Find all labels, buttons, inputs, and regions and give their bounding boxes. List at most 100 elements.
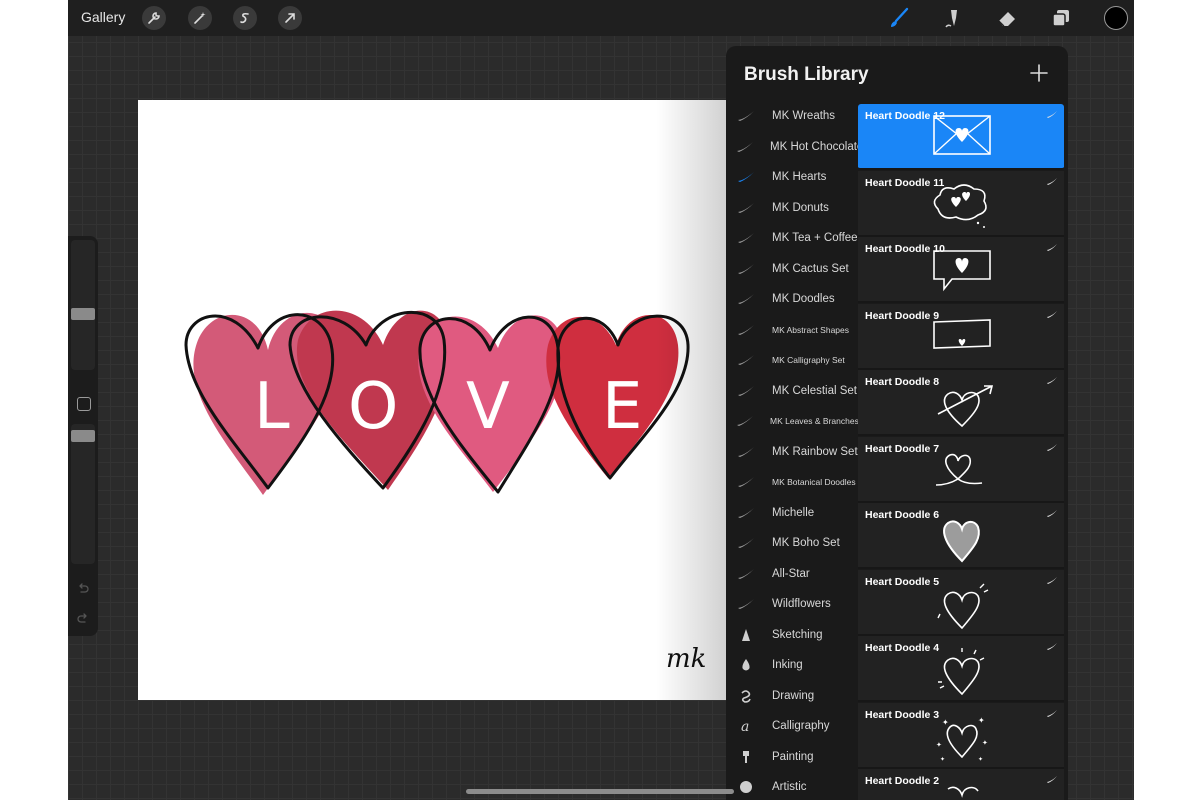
brush-item[interactable]: Heart Doodle 6	[858, 503, 1064, 569]
svg-text:✦: ✦	[982, 739, 988, 747]
brush-set-item[interactable]: Michelle	[726, 499, 858, 527]
love-letter-3: V	[466, 370, 511, 444]
brush-set-item[interactable]: MK Calligraphy Set	[726, 346, 858, 374]
brush-set-label: Michelle	[772, 506, 815, 519]
brush-set-label: MK Cactus Set	[772, 262, 849, 275]
undo-icon[interactable]	[76, 582, 90, 596]
brush-set-item[interactable]: MK Hearts	[726, 163, 858, 191]
eraser-icon[interactable]	[994, 5, 1020, 31]
brush-stroke-icon	[1047, 244, 1057, 251]
svg-text:a: a	[741, 719, 749, 733]
brush-stroke-icon	[736, 596, 756, 612]
smudge-icon[interactable]	[940, 5, 966, 31]
brush-set-label: MK Calligraphy Set	[772, 355, 845, 365]
squiggle-icon	[736, 688, 756, 704]
brush-set-item[interactable]: MK Wreaths	[726, 102, 858, 130]
brush-set-label: MK Abstract Shapes	[772, 324, 850, 335]
brush-item[interactable]: Heart Doodle 11	[858, 170, 1064, 237]
svg-text:✦: ✦	[942, 718, 949, 727]
brush-set-item[interactable]: Artistic	[726, 773, 858, 800]
brush-set-item[interactable]: Wildflowers	[726, 590, 858, 618]
brush-set-label: MK Boho Set	[772, 537, 840, 549]
transform-arrow-icon[interactable]	[278, 6, 302, 30]
brush-stroke-icon	[736, 535, 756, 551]
brush-set-item[interactable]: MK Botanical Doodles	[726, 468, 858, 496]
magic-wand-icon[interactable]	[188, 6, 212, 30]
brush-name-label: Heart Doodle 9	[865, 309, 940, 322]
brush-set-item[interactable]: Painting	[726, 743, 858, 771]
brush-set-item[interactable]: a Calligraphy	[726, 712, 858, 740]
ipad-screen: Gallery L O V E Brush Library MK Wreaths…	[68, 0, 1134, 800]
brush-name-label: Heart Doodle 3	[865, 708, 940, 721]
brush-name-label: Heart Doodle 6	[865, 509, 940, 521]
brush-set-item[interactable]: MK Hot Chocolate	[726, 133, 863, 161]
wrench-icon[interactable]	[142, 6, 166, 30]
brush-item[interactable]: Heart Doodle 2	[858, 769, 1064, 800]
brush-set-label: MK Wreaths	[772, 110, 836, 122]
brush-set-label: MK Tea + Coffee	[772, 232, 858, 244]
brush-item[interactable]: Heart Doodle 9	[858, 303, 1064, 370]
brush-set-item[interactable]: MK Tea + Coffee	[726, 224, 858, 252]
brush-stroke-icon	[736, 352, 756, 368]
drawing-canvas[interactable]: L O V E mk	[138, 100, 726, 700]
color-picker-button[interactable]	[1104, 6, 1128, 30]
brush-item[interactable]: Heart Doodle 12	[858, 104, 1064, 170]
brush-set-item[interactable]: MK Rainbow Set	[726, 438, 858, 466]
pencil-tip-icon	[736, 627, 756, 643]
brush-set-item[interactable]: MK Celestial Set	[726, 377, 858, 405]
gallery-button[interactable]: Gallery	[81, 9, 125, 25]
brush-item[interactable]: Heart Doodle 7	[858, 436, 1064, 503]
redo-icon[interactable]	[76, 612, 90, 626]
brush-item[interactable]: ✦ ✦ ✦ ✦ ✦ ✦ Heart Doodle 3	[858, 702, 1064, 769]
brush-set-label: Inking	[772, 659, 803, 671]
brush-set-item[interactable]: Drawing	[726, 682, 858, 710]
brush-icon[interactable]	[886, 5, 912, 31]
brush-set-item[interactable]: MK Donuts	[726, 194, 858, 222]
brush-stroke-icon	[736, 383, 756, 399]
brush-set-item[interactable]: MK Abstract Shapes	[726, 316, 858, 344]
brush-item[interactable]: Heart Doodle 10	[858, 237, 1064, 303]
selection-icon[interactable]	[233, 6, 257, 30]
letter-a-icon: a	[736, 718, 756, 734]
brush-item[interactable]: Heart Doodle 4	[858, 636, 1064, 702]
brush-set-label: MK Hearts	[772, 171, 827, 183]
modify-button[interactable]	[77, 397, 91, 411]
brush-set-item[interactable]: Inking	[726, 651, 858, 679]
brush-stroke-icon	[1047, 377, 1057, 384]
add-brush-icon[interactable]	[1028, 62, 1050, 84]
brush-set-label: Wildflowers	[772, 598, 831, 610]
brush-item[interactable]: Heart Doodle 5	[858, 569, 1064, 636]
brush-set-item[interactable]: MK Cactus Set	[726, 255, 858, 283]
brush-stroke-icon	[736, 230, 756, 246]
brush-set-label: MK Celestial Set	[772, 384, 858, 397]
love-letter-1: L	[254, 370, 291, 444]
brush-size-thumb[interactable]	[71, 308, 95, 321]
brush-set-item[interactable]: Sketching	[726, 621, 858, 649]
brush-stroke-icon	[1047, 443, 1057, 451]
brush-stroke-icon	[736, 200, 756, 216]
opacity-thumb[interactable]	[71, 430, 95, 443]
layers-icon[interactable]	[1048, 5, 1074, 31]
brush-name-label: Heart Doodle 10	[865, 243, 945, 255]
brush-set-label: Artistic	[772, 781, 807, 793]
top-toolbar: Gallery	[68, 0, 1134, 36]
brush-set-item[interactable]: MK Leaves & Branches	[726, 407, 859, 435]
brush-set-label: MK Hot Chocolate	[770, 140, 864, 153]
brush-size-slider[interactable]	[71, 240, 95, 370]
opacity-slider[interactable]	[71, 424, 95, 564]
brush-stroke-icon	[1047, 576, 1057, 584]
canvas-shadow	[656, 100, 726, 700]
brush-set-item[interactable]: MK Doodles	[726, 285, 858, 313]
brush-stroke-icon	[1047, 776, 1057, 783]
brush-name-label: Heart Doodle 11	[865, 176, 945, 189]
brush-set-label: Sketching	[772, 628, 823, 641]
brush-stroke-icon	[1047, 510, 1057, 517]
brush-item[interactable]: Heart Doodle 8	[858, 370, 1064, 436]
palette-icon	[736, 779, 756, 795]
brush-set-item[interactable]: All-Star	[726, 560, 858, 588]
brush-stroke-icon	[736, 444, 756, 460]
brush-stroke-icon	[1047, 643, 1057, 650]
love-letter-2: O	[348, 370, 400, 444]
brush-stroke-icon	[1047, 177, 1057, 185]
brush-set-item[interactable]: MK Boho Set	[726, 529, 858, 557]
